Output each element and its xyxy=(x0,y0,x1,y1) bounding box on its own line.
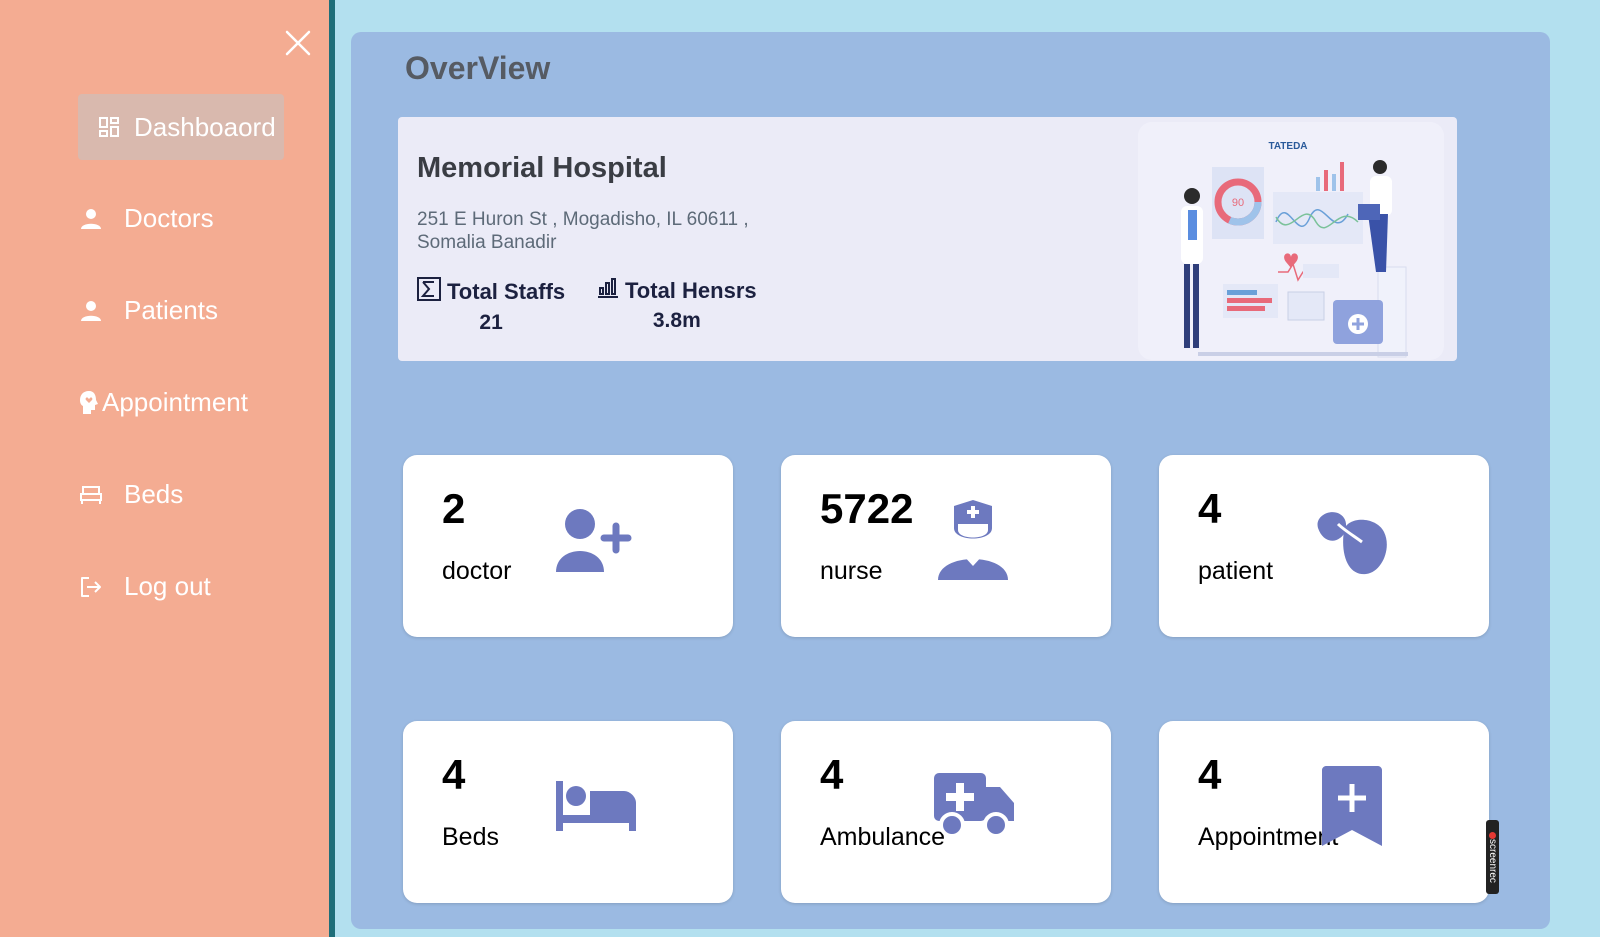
illustration-gauge-value: 90 xyxy=(1232,197,1244,209)
illustration-logo: TATEDA xyxy=(1268,141,1307,152)
hospital-name: Memorial Hospital xyxy=(417,152,667,184)
total-staffs-label: Total Staffs xyxy=(447,279,566,304)
sidebar-divider xyxy=(329,0,335,937)
close-icon[interactable] xyxy=(284,29,312,57)
patient-card[interactable]: 4 patient xyxy=(1159,455,1489,637)
sidebar: Dashboaord Doctors Patients Appointment … xyxy=(0,0,329,937)
sigma-icon xyxy=(417,277,441,307)
doctor-count: 2 xyxy=(442,485,466,532)
dashboard-grid-icon xyxy=(96,114,122,140)
bed-icon xyxy=(556,781,636,836)
sidebar-item-logout[interactable]: Log out xyxy=(78,571,211,602)
total-hensrs-stat: Total Hensrs 3.8m xyxy=(597,277,757,333)
beds-card[interactable]: 4 Beds xyxy=(403,721,733,903)
sidebar-item-doctors[interactable]: Doctors xyxy=(78,203,214,234)
total-hensrs-value: 3.8m xyxy=(652,309,701,332)
beds-count: 4 xyxy=(442,751,466,798)
appointment-card[interactable]: 4 Appointment xyxy=(1159,721,1489,903)
nurse-label: nurse xyxy=(820,557,883,585)
hospital-address: 251 E Huron St , Mogadisho, IL 60611 , S… xyxy=(417,209,749,253)
person-icon xyxy=(78,206,104,232)
bed-outline-icon xyxy=(78,482,104,508)
beds-label: Beds xyxy=(442,823,499,851)
sidebar-item-label: Appointment xyxy=(102,387,248,417)
ambulance-count: 4 xyxy=(820,751,844,798)
sidebar-item-patients[interactable]: Patients xyxy=(78,295,218,326)
sidebar-item-label: Patients xyxy=(124,295,218,325)
sidebar-item-beds[interactable]: Beds xyxy=(78,479,183,510)
appointment-label: Appointment xyxy=(1198,823,1339,851)
sidebar-item-label: Log out xyxy=(124,571,211,601)
sidebar-item-appointment[interactable]: Appointment xyxy=(78,387,248,418)
sidebar-item-label: Dashboaord xyxy=(134,111,276,142)
total-staffs-stat: Total Staffs 21 xyxy=(417,277,565,335)
hospital-illustration: TATEDA 90 xyxy=(1138,122,1444,360)
sidebar-item-label: Doctors xyxy=(124,203,214,233)
doctor-label: doctor xyxy=(442,557,512,585)
lungs-icon xyxy=(1314,508,1390,581)
bar-chart-icon xyxy=(597,277,619,305)
bookmark-plus-icon xyxy=(1322,766,1382,851)
sidebar-item-label: Beds xyxy=(124,479,184,509)
nurse-count: 5722 xyxy=(820,485,914,532)
head-heart-icon xyxy=(78,390,100,416)
ambulance-icon xyxy=(934,773,1014,844)
page-title: OverView xyxy=(405,50,551,86)
ambulance-label: Ambulance xyxy=(820,823,946,851)
nurse-icon xyxy=(938,500,1008,585)
nurse-card[interactable]: 5722 nurse xyxy=(781,455,1111,637)
screenrec-watermark: screenrec xyxy=(1486,820,1499,894)
total-hensrs-label: Total Hensrs xyxy=(625,278,757,303)
total-staffs-value: 21 xyxy=(479,311,503,334)
user-plus-icon xyxy=(556,508,636,577)
logout-icon xyxy=(78,574,104,600)
ambulance-card[interactable]: 4 Ambulance xyxy=(781,721,1111,903)
appointment-count: 4 xyxy=(1198,751,1222,798)
patient-label: patient xyxy=(1198,557,1274,585)
person-icon xyxy=(78,298,104,324)
patient-count: 4 xyxy=(1198,485,1222,532)
doctor-card[interactable]: 2 doctor xyxy=(403,455,733,637)
watermark-text: screenrec xyxy=(1487,838,1498,883)
sidebar-item-dashboard[interactable]: Dashboaord xyxy=(78,94,284,160)
